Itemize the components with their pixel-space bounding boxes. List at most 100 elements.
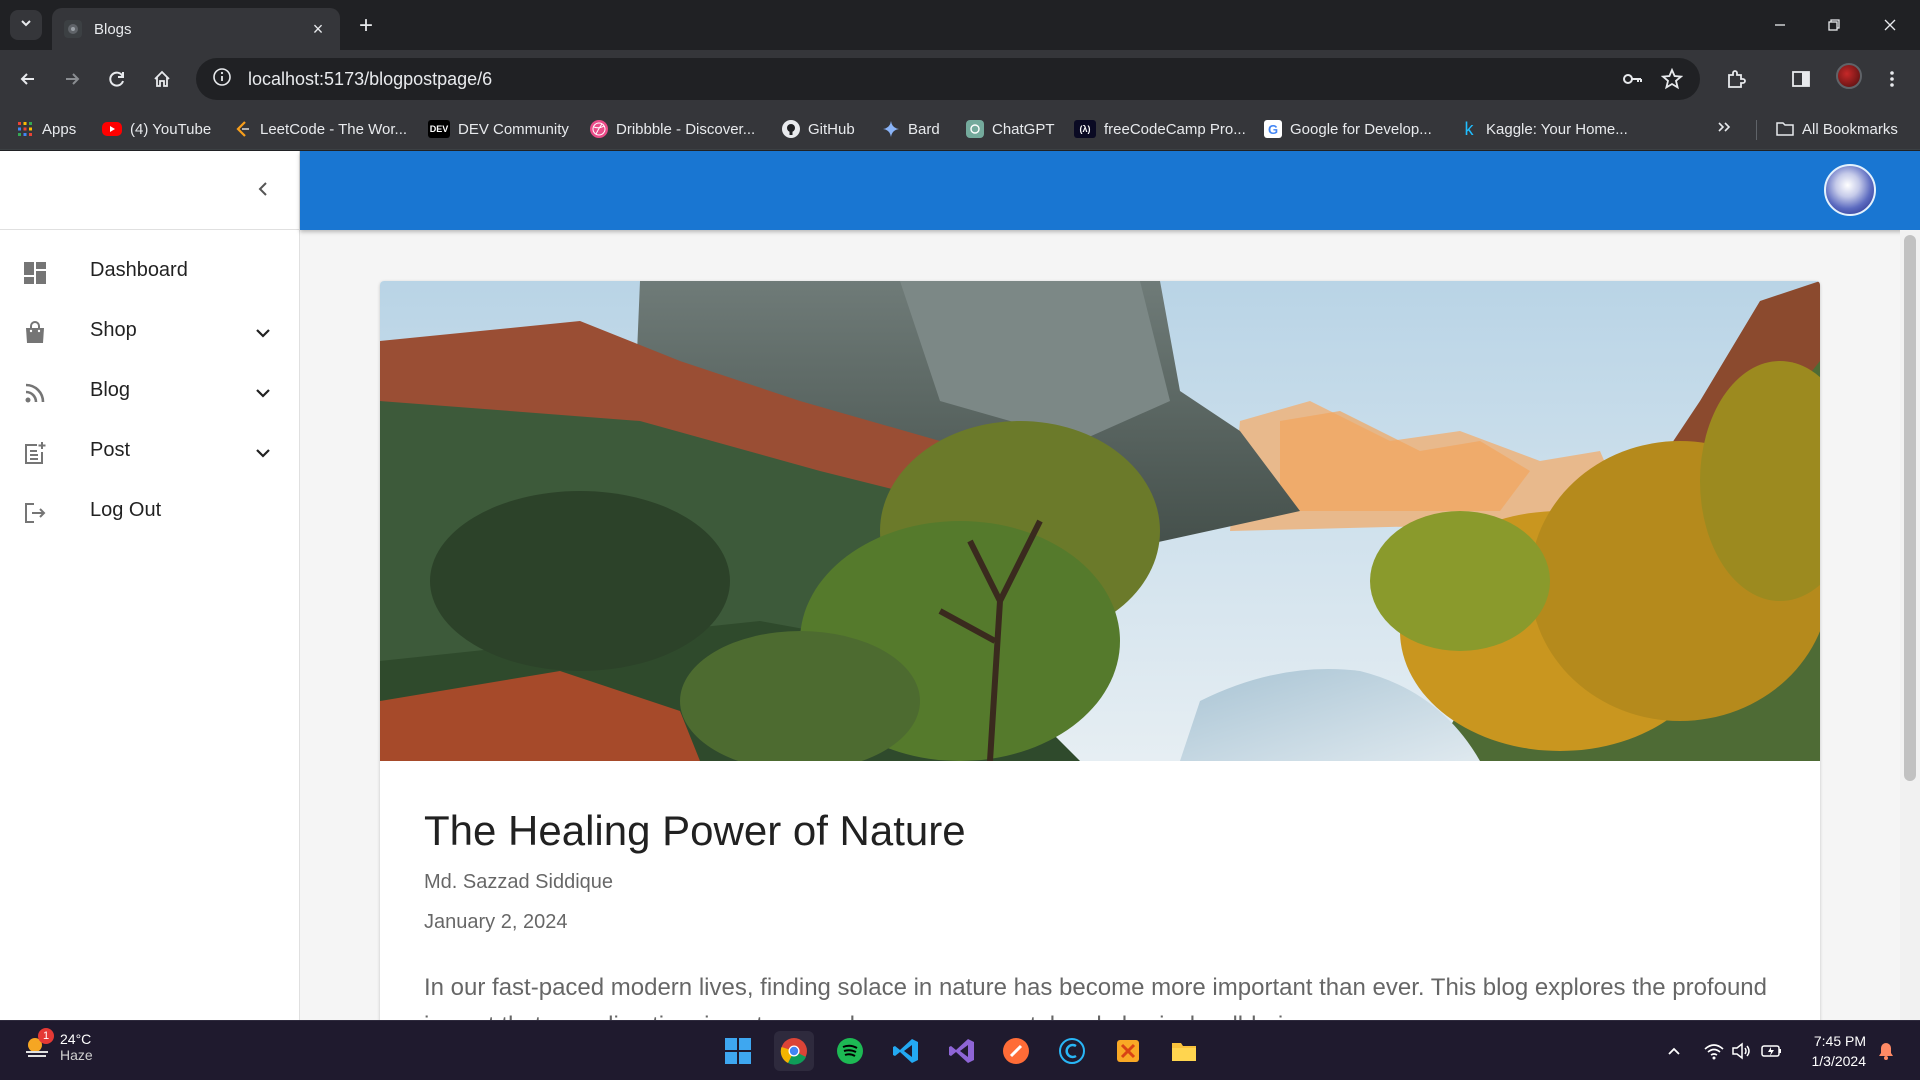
close-window-button[interactable] bbox=[1862, 8, 1918, 42]
user-avatar[interactable] bbox=[1824, 164, 1876, 216]
bookmark-dribbble[interactable]: Dribbble - Discover... bbox=[590, 116, 755, 142]
logout-icon bbox=[22, 500, 48, 526]
sidebar-item-label: Shop bbox=[90, 319, 137, 341]
spotify-icon[interactable] bbox=[830, 1031, 870, 1071]
bookmark-star-icon[interactable] bbox=[1656, 63, 1688, 95]
app-bar bbox=[300, 151, 1920, 230]
figma-like-icon[interactable] bbox=[1108, 1031, 1148, 1071]
system-clock[interactable]: 7:45 PM 1/3/2024 bbox=[1800, 1031, 1867, 1071]
github-icon bbox=[782, 120, 800, 138]
back-button[interactable] bbox=[12, 63, 44, 95]
all-bookmarks-button[interactable]: All Bookmarks bbox=[1776, 116, 1898, 142]
postman-icon[interactable] bbox=[996, 1031, 1036, 1071]
forward-button[interactable] bbox=[56, 63, 88, 95]
battery-icon[interactable] bbox=[1760, 1039, 1784, 1063]
all-bookmarks-label: All Bookmarks bbox=[1802, 120, 1898, 138]
volume-icon[interactable] bbox=[1730, 1039, 1754, 1063]
sidebar-item-shop[interactable]: Shop bbox=[0, 302, 300, 362]
shopping-bag-icon bbox=[22, 320, 48, 346]
chevron-down-icon[interactable] bbox=[252, 442, 274, 464]
dribbble-icon bbox=[590, 120, 608, 138]
minimize-window-button[interactable] bbox=[1752, 8, 1808, 42]
tab-favicon-icon bbox=[64, 20, 82, 38]
google-icon: G bbox=[1264, 120, 1282, 138]
weather-haze-icon: 1 bbox=[22, 1028, 54, 1062]
restore-window-button[interactable] bbox=[1806, 8, 1862, 42]
bookmark-label: Dribbble - Discover... bbox=[616, 120, 756, 138]
sidebar-item-label: Blog bbox=[90, 379, 131, 401]
post-date: January 2, 2024 bbox=[424, 911, 568, 933]
file-explorer-icon[interactable] bbox=[1164, 1031, 1204, 1071]
bard-icon bbox=[882, 120, 900, 138]
bookmark-youtube[interactable]: (4) YouTube bbox=[102, 116, 211, 142]
profile-avatar[interactable] bbox=[1836, 63, 1862, 89]
leetcode-icon bbox=[234, 120, 252, 138]
sidebar-item-post[interactable]: Post bbox=[0, 422, 300, 482]
browser-tab-strip: Blogs × + bbox=[0, 0, 1920, 50]
sidebar-item-logout[interactable]: Log Out bbox=[0, 482, 300, 542]
site-info-icon[interactable] bbox=[212, 67, 232, 92]
notification-bell-icon[interactable] bbox=[1874, 1039, 1898, 1063]
collapse-sidebar-button[interactable] bbox=[250, 177, 278, 205]
vscode-icon[interactable] bbox=[886, 1031, 926, 1071]
sidebar-item-label: Dashboard bbox=[90, 259, 188, 281]
bookmark-label: ChatGPT bbox=[992, 120, 1055, 138]
weather-text: 24°C Haze bbox=[60, 1031, 93, 1063]
password-key-icon[interactable] bbox=[1616, 63, 1648, 95]
bookmark-label: (4) YouTube bbox=[130, 120, 212, 138]
close-tab-icon[interactable]: × bbox=[308, 19, 328, 40]
bookmark-dev[interactable]: DEV DEV Community bbox=[428, 116, 569, 142]
weather-widget[interactable]: 1 24°C Haze bbox=[22, 1028, 93, 1063]
bookmark-label: LeetCode - The Wor... bbox=[260, 120, 408, 138]
post-author: Md. Sazzad Siddique bbox=[424, 871, 614, 893]
new-tab-button[interactable]: + bbox=[352, 12, 380, 40]
bookmark-label: Bard bbox=[908, 120, 940, 138]
visual-studio-icon[interactable] bbox=[942, 1031, 982, 1071]
side-panel-icon[interactable] bbox=[1785, 63, 1817, 95]
c-app-icon[interactable] bbox=[1052, 1031, 1092, 1071]
bookmark-github[interactable]: GitHub bbox=[782, 116, 855, 142]
chevron-down-icon bbox=[19, 16, 33, 35]
bookmark-freecodecamp[interactable]: (λ) freeCodeCamp Pro... bbox=[1074, 116, 1246, 142]
sidebar-item-dashboard[interactable]: Dashboard bbox=[0, 242, 300, 302]
bookmark-chatgpt[interactable]: ChatGPT bbox=[966, 116, 1055, 142]
chrome-icon[interactable] bbox=[774, 1031, 814, 1071]
freecodecamp-icon: (λ) bbox=[1074, 120, 1096, 138]
chrome-menu-icon[interactable] bbox=[1876, 63, 1908, 95]
url-text[interactable]: localhost:5173/blogpostpage/6 bbox=[248, 69, 492, 90]
chevron-down-icon[interactable] bbox=[252, 382, 274, 404]
reload-button[interactable] bbox=[101, 63, 133, 95]
sidebar-header bbox=[0, 151, 299, 230]
dev-icon: DEV bbox=[428, 120, 450, 138]
chevron-down-icon[interactable] bbox=[252, 322, 274, 344]
bookmark-label: Apps bbox=[42, 120, 77, 138]
show-hidden-icons-chevron-up-icon[interactable] bbox=[1662, 1039, 1686, 1063]
bookmark-google-developers[interactable]: G Google for Develop... bbox=[1264, 116, 1432, 142]
bookmark-apps[interactable]: Apps bbox=[16, 116, 76, 142]
bookmark-label: Google for Develop... bbox=[1290, 120, 1432, 138]
chatgpt-icon bbox=[966, 120, 984, 138]
address-bar[interactable]: localhost:5173/blogpostpage/6 bbox=[196, 58, 1700, 100]
tab-title: Blogs bbox=[94, 20, 132, 38]
page-scrollbar-thumb[interactable] bbox=[1904, 235, 1916, 781]
post-title: The Healing Power of Nature bbox=[424, 807, 966, 854]
bookmarks-bar: Apps (4) YouTube LeetCode - The Wor... D… bbox=[0, 108, 1920, 150]
active-tab[interactable]: Blogs × bbox=[52, 8, 340, 50]
extensions-puzzle-icon[interactable] bbox=[1720, 63, 1752, 95]
apps-grid-icon bbox=[16, 120, 34, 138]
windows-start-icon[interactable] bbox=[718, 1031, 758, 1071]
blog-post-card: The Healing Power of Nature Md. Sazzad S… bbox=[380, 281, 1820, 1020]
tab-search-button[interactable] bbox=[10, 10, 42, 40]
bookmark-kaggle[interactable]: k Kaggle: Your Home... bbox=[1460, 116, 1628, 142]
home-button[interactable] bbox=[146, 63, 178, 95]
sidebar-item-blog[interactable]: Blog bbox=[0, 362, 300, 422]
dashboard-icon bbox=[22, 260, 48, 286]
post-body: In our fast-paced modern lives, finding … bbox=[424, 974, 1767, 1020]
bookmark-bard[interactable]: Bard bbox=[882, 116, 940, 142]
sidebar-item-label: Post bbox=[90, 439, 131, 461]
more-bookmarks-button[interactable] bbox=[1716, 116, 1732, 142]
rss-feed-icon bbox=[22, 380, 48, 406]
kaggle-icon: k bbox=[1464, 118, 1474, 139]
bookmark-leetcode[interactable]: LeetCode - The Wor... bbox=[234, 116, 407, 142]
wifi-icon[interactable] bbox=[1702, 1039, 1726, 1063]
